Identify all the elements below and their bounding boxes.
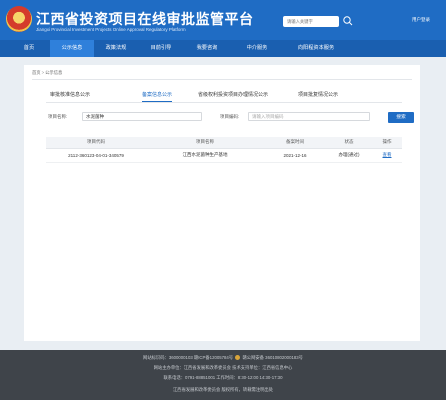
cell-status: 办理(通过) [326,148,372,163]
breadcrumb: 首页>公示信息 [32,70,63,75]
nav-home[interactable]: 首页 [8,40,50,57]
site-footer: 网站标识码：3600000103 赣ICP备12005784号 赣公网安备 36… [0,350,446,400]
cell-project-name: 江西水泥菌种生产基地 [146,148,264,163]
table-header-row: 项目代码 项目名称 备案时间 状态 操作 [46,137,402,149]
col-filing-date: 备案时间 [264,137,326,149]
national-emblem-icon [6,6,32,32]
tab-bar: 审批核准信息公示 备案信息公示 省级权利投资项目办理情况公示 项目批复情况公示 [46,91,402,103]
view-link[interactable]: 查看 [372,148,402,163]
col-action: 操作 [372,137,402,149]
divider [32,79,412,80]
project-code-label: 项目编码: [220,114,240,119]
breadcrumb-current: 公示信息 [45,70,63,75]
site-search-input[interactable] [283,16,339,27]
site-header: 江西省投资项目在线审批监管平台 Jiangxi Provincial Inves… [0,0,446,40]
login-link[interactable]: 用户登录 [412,17,430,23]
cell-project-code: 2112-360123-04-01-340579 [46,148,146,163]
nav-policy[interactable]: 政策法规 [94,40,138,57]
tab-reply[interactable]: 项目批复情况公示 [298,91,338,102]
table-row: 2112-360123-04-01-340579 江西水泥菌种生产基地 2021… [46,148,402,163]
cell-filing-date: 2021-12-16 [264,148,326,163]
site-subtitle: Jiangxi Provincial Investment Projects O… [36,27,186,32]
col-project-name: 项目名称 [146,137,264,149]
police-badge-icon [235,355,241,361]
nav-capital[interactable]: 向阳程资本服务 [284,40,348,57]
nav-guide[interactable]: 目前引导 [138,40,184,57]
footer-police-record[interactable]: 赣公网安备 36010802000183号 [243,355,303,360]
search-button[interactable]: 搜索 [388,112,414,123]
footer-site-id: 网站标识码：3600000103 赣ICP备12005784号 [143,355,234,360]
project-code-input[interactable]: 请输入项目编码 [248,112,370,121]
tab-filing[interactable]: 备案信息公示 [142,91,173,102]
results-table: 项目代码 项目名称 备案时间 状态 操作 2112-360123-04-01-3… [46,137,402,163]
tab-provincial[interactable]: 省级权利投资项目办理情况公示 [198,91,268,102]
search-icon[interactable] [342,15,354,27]
col-status: 状态 [326,137,372,149]
footer-line-2: 网站主办单位：江西省发展和改革委员会 技术支持单位：江西省信息中心 [153,365,293,370]
nav-consult[interactable]: 我要咨询 [184,40,230,57]
site-title: 江西省投资项目在线审批监管平台 [36,11,254,27]
project-name-label: 项目名称: [48,114,68,119]
content-panel: 首页>公示信息 审批核准信息公示 备案信息公示 省级权利投资项目办理情况公示 项… [24,65,420,341]
footer-line-4: 江西省发展和改革委员会 版权所有，转载需注明出处 [172,387,274,392]
breadcrumb-home[interactable]: 首页 [32,70,41,75]
nav-public-info[interactable]: 公示信息 [50,40,94,57]
footer-line-3: 联系电话：0791-88851001 工作时间：8:30-12:00 14:30… [163,375,283,380]
main-nav: 首页 公示信息 政策法规 目前引导 我要咨询 中介服务 向阳程资本服务 [0,40,446,57]
tab-approval[interactable]: 审批核准信息公示 [50,91,90,102]
nav-agency[interactable]: 中介服务 [230,40,284,57]
col-project-code: 项目代码 [46,137,146,149]
project-name-input[interactable]: 水泥菌种 [82,112,202,121]
footer-line-1: 网站标识码：3600000103 赣ICP备12005784号 赣公网安备 36… [0,355,446,361]
